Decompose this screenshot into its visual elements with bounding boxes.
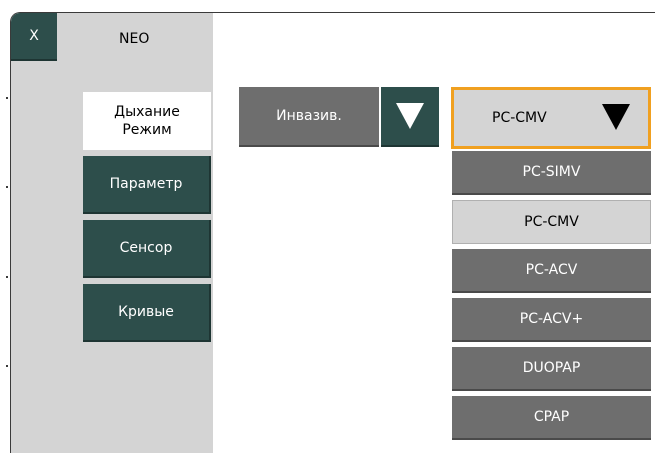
sidebar-item-label: Дыхание Режим: [114, 104, 180, 138]
page-title: NEO: [119, 31, 150, 47]
sidebar-item-breathing-mode[interactable]: Дыхание Режим: [83, 92, 211, 150]
mode-dropdown-button[interactable]: [381, 87, 439, 147]
sidebar-item-label: Кривые: [118, 304, 174, 320]
ventilation-mode-selector[interactable]: PC-CMV: [451, 87, 651, 149]
mode-value[interactable]: Инвазив.: [239, 87, 379, 147]
edge-marker: [6, 276, 8, 278]
ventilation-mode-value: PC-CMV: [492, 110, 547, 126]
triangle-down-icon: [602, 104, 630, 130]
option-pc-cmv[interactable]: PC-CMV: [452, 200, 651, 244]
mode-selector[interactable]: Инвазив.: [239, 87, 439, 147]
option-duopap[interactable]: DUOPAP: [452, 347, 651, 391]
sidebar-item-label: Параметр: [109, 176, 183, 192]
edge-marker: [6, 365, 8, 367]
option-cpap[interactable]: CPAP: [452, 396, 651, 440]
sidebar-item-parameter[interactable]: Параметр: [83, 156, 211, 214]
option-pc-simv[interactable]: PC-SIMV: [452, 151, 651, 195]
sidebar-item-sensor[interactable]: Сенсор: [83, 220, 211, 278]
option-pc-acv[interactable]: PC-ACV: [452, 249, 651, 293]
option-pc-acv-plus[interactable]: PC-ACV+: [452, 298, 651, 342]
edge-marker: [6, 97, 8, 99]
sidebar: X NEO Дыхание Режим Параметр Сенсор Крив…: [11, 13, 213, 453]
close-button[interactable]: X: [11, 13, 57, 61]
sidebar-item-curves[interactable]: Кривые: [83, 284, 211, 342]
triangle-down-icon: [396, 103, 424, 129]
app-window: X NEO Дыхание Режим Параметр Сенсор Крив…: [10, 12, 655, 453]
edge-marker: [6, 186, 8, 188]
sidebar-item-label: Сенсор: [119, 240, 173, 256]
